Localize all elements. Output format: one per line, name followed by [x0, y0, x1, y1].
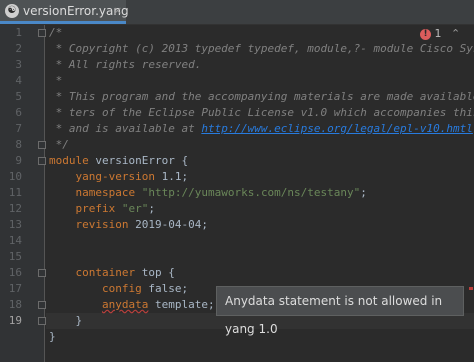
line-number: 5: [15, 90, 22, 103]
line-number-gutter[interactable]: 1 2 3 4 5 6 7 8 9 10 11 12 13 14 15 16 1…: [0, 25, 46, 362]
keyword: namespace: [75, 186, 136, 199]
code-text: 2019-04-04;: [128, 218, 208, 231]
line-number-current: 19: [8, 314, 22, 327]
string-literal: "http://yumaworks.com/ns/testany": [135, 186, 361, 199]
code-line: * and is available at http://www.eclipse…: [49, 121, 473, 137]
code-text: ;: [148, 202, 155, 215]
code-line: }: [49, 330, 56, 343]
code-line: * ters of the Eclipse Public License v1.…: [55, 106, 474, 119]
line-number: 1: [15, 26, 22, 39]
line-number: 6: [15, 106, 22, 119]
line-number: 13: [8, 218, 22, 231]
code-line: *: [49, 74, 63, 87]
code-line: anydata template;: [49, 297, 215, 313]
string-literal: "er": [115, 202, 149, 215]
code-line: yang-version 1.1;: [49, 169, 189, 185]
code-line: module versionError {: [49, 153, 188, 169]
editor-tab-bar: ☯ versionError.yang ×: [0, 0, 474, 25]
code-text: false;: [141, 282, 189, 295]
line-number: 11: [8, 186, 22, 199]
line-number: 18: [8, 298, 22, 311]
code-line: * Copyright (c) 2013 typedef typedef, mo…: [55, 42, 474, 55]
line-number: 14: [8, 234, 22, 247]
fold-marker-icon[interactable]: [38, 29, 46, 37]
code-line: */: [49, 138, 69, 151]
code-text: ;: [360, 186, 367, 199]
code-line: revision 2019-04-04;: [49, 217, 208, 233]
line-number: 3: [15, 58, 22, 71]
keyword: prefix: [75, 202, 116, 215]
line-number: 2: [15, 42, 22, 55]
fold-marker-icon[interactable]: [38, 317, 46, 325]
scrollbar[interactable]: [468, 25, 474, 362]
line-number: 15: [8, 250, 22, 263]
close-icon[interactable]: ×: [113, 4, 122, 17]
code-line: container top {: [49, 265, 175, 281]
keyword: module: [49, 154, 89, 167]
code-text: }: [75, 314, 83, 327]
keyword: yang-version: [75, 170, 155, 183]
license-link[interactable]: http://www.eclipse.org/legal/epl-v10.hmt…: [201, 122, 473, 135]
line-number: 7: [15, 122, 22, 135]
code-line: }: [49, 313, 83, 329]
line-number: 8: [15, 138, 22, 151]
keyword: container: [75, 266, 136, 279]
fold-marker-icon[interactable]: [38, 157, 46, 165]
fold-marker-icon[interactable]: [38, 141, 46, 149]
code-line: /*: [49, 26, 63, 39]
fold-marker-icon[interactable]: [38, 301, 46, 309]
error-tooltip: Anydata statement is not allowed in yang…: [216, 286, 464, 336]
code-text: top {: [135, 266, 175, 279]
line-number: 10: [8, 170, 22, 183]
comment-text: * and is available at: [49, 122, 202, 135]
code-text: versionError {: [88, 154, 189, 167]
fold-marker-icon[interactable]: [38, 269, 46, 277]
line-number: 4: [15, 74, 22, 87]
line-number: 17: [8, 282, 22, 295]
keyword: revision: [75, 218, 129, 231]
code-line: prefix "er";: [49, 201, 156, 217]
code-line: * All rights reserved.: [49, 58, 202, 71]
yang-file-icon: ☯: [5, 4, 19, 18]
code-line: namespace "http://yumaworks.com/ns/testa…: [49, 185, 367, 201]
line-number: 12: [8, 202, 22, 215]
keyword: config: [101, 282, 142, 295]
tab-versionerror-yang[interactable]: ☯ versionError.yang ×: [0, 0, 129, 24]
code-line: config false;: [49, 281, 188, 297]
error-highlight-keyword[interactable]: anydata: [102, 298, 148, 311]
line-number: 9: [15, 154, 22, 167]
code-text: template;: [148, 298, 215, 311]
error-stripe-marker[interactable]: [469, 287, 473, 290]
line-number: 16: [8, 266, 22, 279]
code-line: * This program and the accompanying mate…: [55, 90, 474, 103]
code-text: 1.1;: [154, 170, 189, 183]
